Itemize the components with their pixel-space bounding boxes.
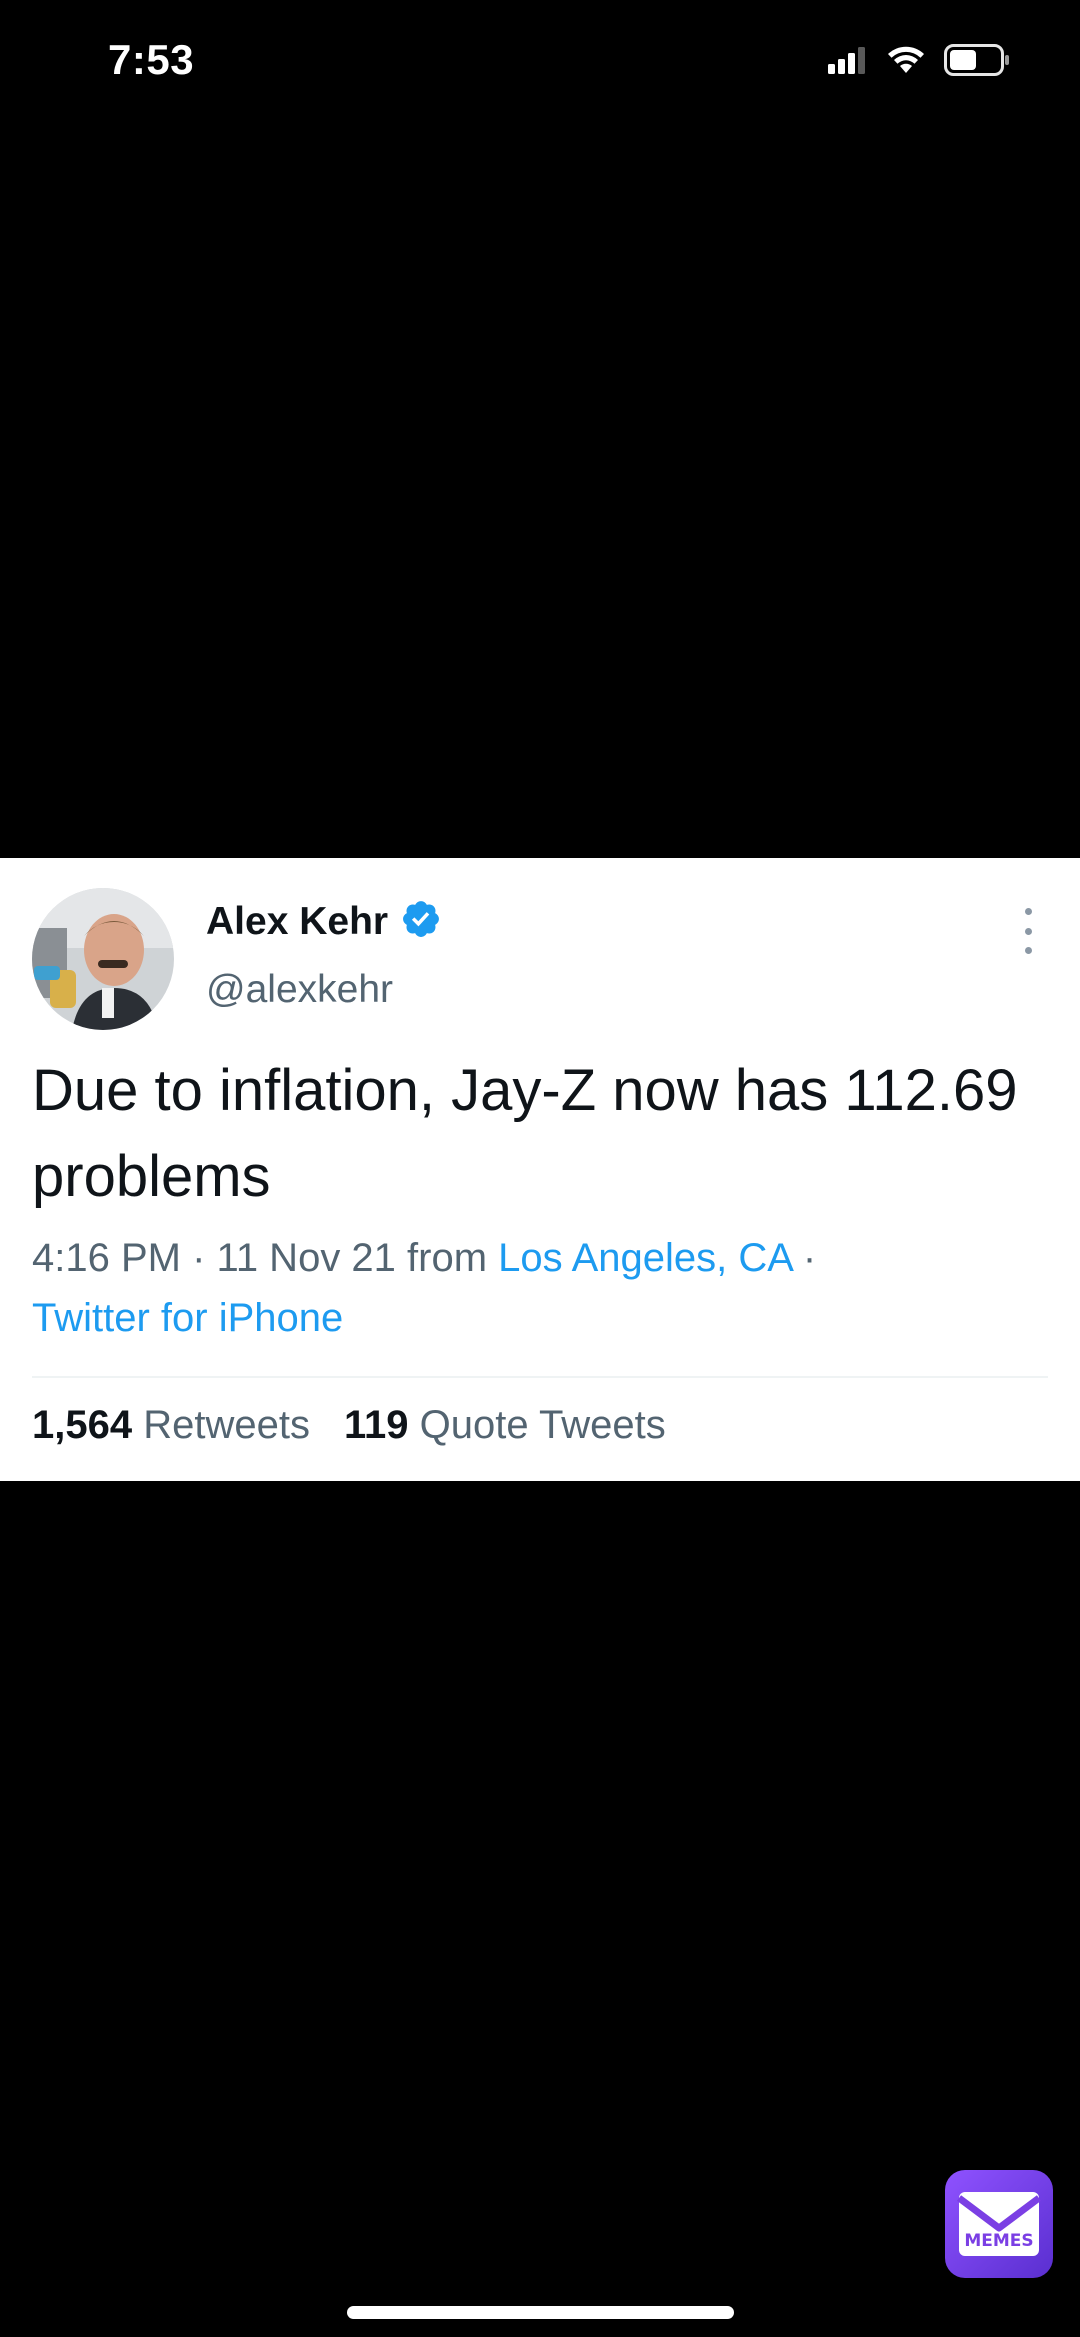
user-handle[interactable]: @alexkehr	[206, 968, 393, 1012]
source-link[interactable]: Twitter for iPhone	[32, 1296, 343, 1340]
display-name[interactable]: Alex Kehr	[206, 900, 388, 944]
quote-tweets-stat[interactable]: 119 Quote Tweets	[344, 1403, 666, 1448]
battery-icon	[944, 43, 1010, 81]
memes-envelope-logo: MEMES	[945, 2170, 1053, 2278]
avatar[interactable]	[32, 888, 174, 1030]
quote-tweets-count: 119	[343, 1403, 409, 1447]
tweet-text: Due to inflation, Jay-Z now has 112.69 p…	[32, 1058, 1018, 1209]
svg-text:MEMES: MEMES	[964, 2231, 1033, 2251]
tweet-stats: 1,564 Retweets 119 Quote Tweets	[32, 1403, 666, 1448]
from-label: from	[407, 1236, 488, 1280]
tweet-time[interactable]: 4:16 PM	[32, 1236, 181, 1280]
retweets-label: Retweets	[143, 1403, 310, 1447]
retweets-count: 1,564	[32, 1403, 133, 1447]
quote-tweets-label: Quote Tweets	[419, 1403, 666, 1447]
tweet-metadata: 4:16 PM · 11 Nov 21 from Los Angeles, CA…	[32, 1228, 1042, 1348]
tweet-card[interactable]: Alex Kehr @alexkehr Due to inflation, Ja…	[0, 858, 1080, 1481]
divider	[32, 1376, 1048, 1378]
verified-badge-icon	[400, 898, 442, 945]
cellular-signal-icon	[828, 46, 868, 79]
meta-separator-2: ·	[802, 1236, 817, 1280]
retweets-stat[interactable]: 1,564 Retweets	[32, 1403, 310, 1448]
status-time: 7:53	[108, 36, 195, 83]
meta-separator: ·	[192, 1236, 206, 1280]
status-bar: 7:53	[0, 0, 1080, 120]
home-indicator[interactable]	[347, 2306, 734, 2319]
wifi-icon	[886, 45, 926, 80]
tweet-date[interactable]: 11 Nov 21	[217, 1236, 396, 1280]
location-link[interactable]: Los Angeles, CA	[498, 1236, 792, 1280]
status-icons	[828, 42, 1010, 82]
display-name-row[interactable]: Alex Kehr	[206, 898, 442, 945]
more-options-icon[interactable]	[1018, 908, 1038, 954]
